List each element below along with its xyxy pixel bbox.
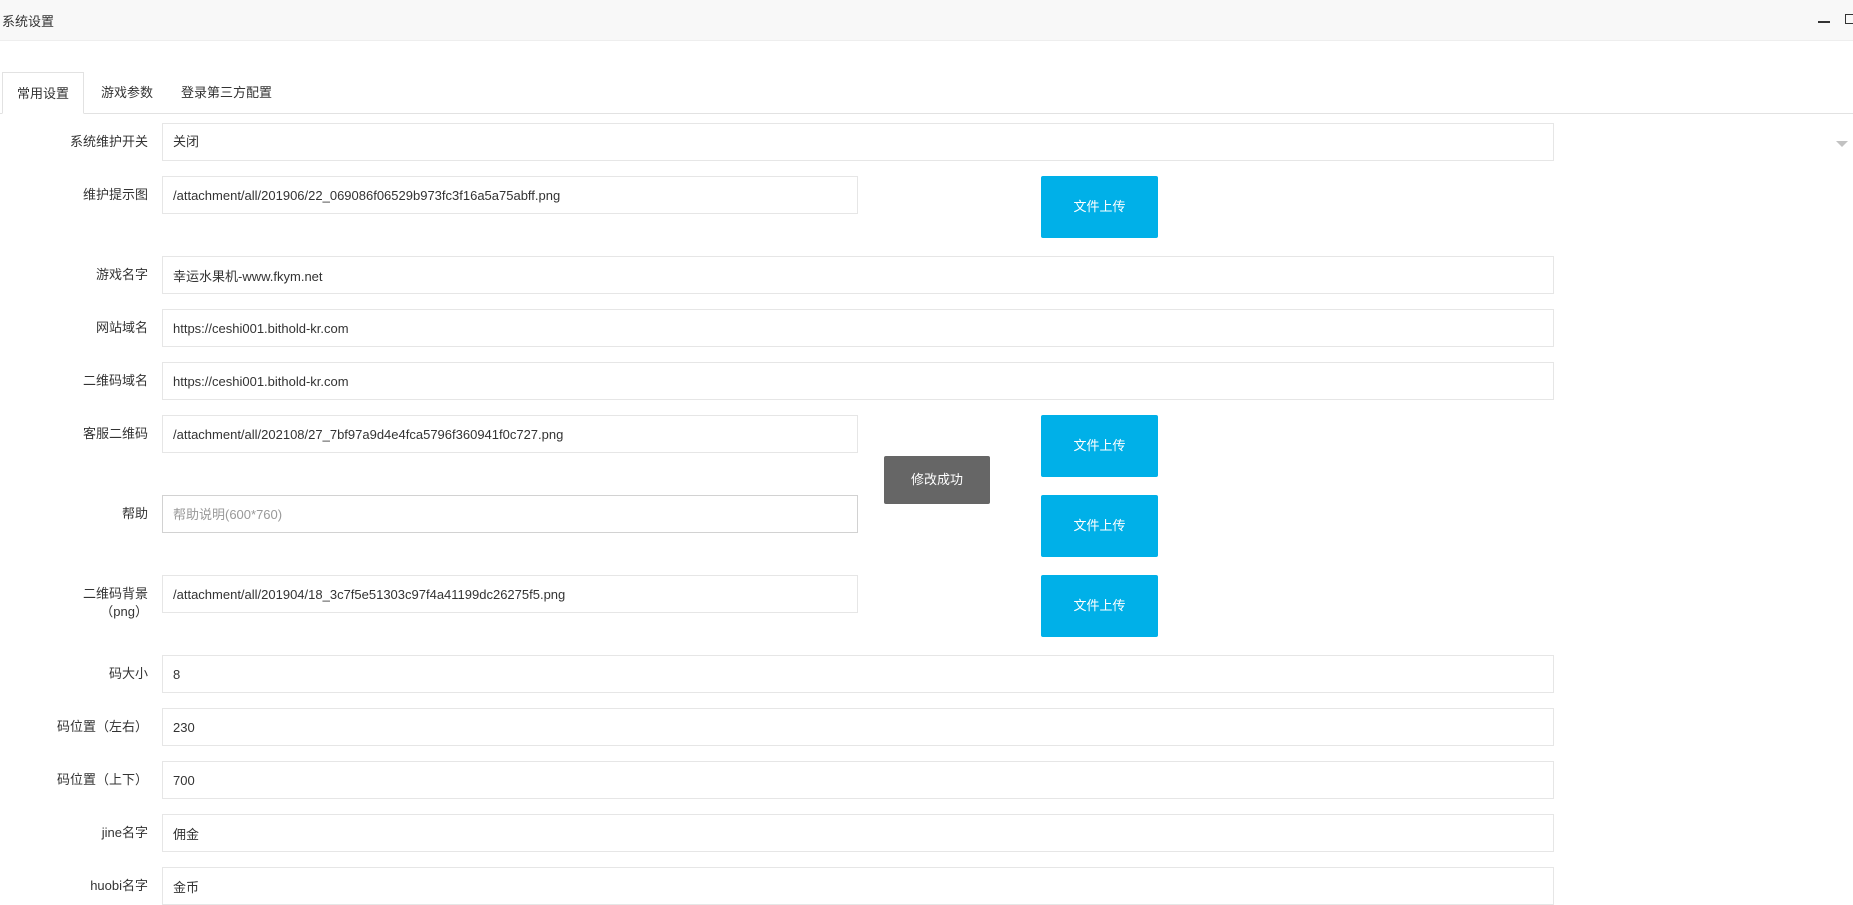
qr-background-label-line1: 二维码背景 — [82, 586, 148, 601]
tab-bar: 常用设置 游戏参数 登录第三方配置 — [0, 72, 1853, 114]
help-label: 帮助 — [121, 506, 148, 521]
service-qr-upload-button[interactable]: 文件上传 — [1041, 415, 1158, 477]
code-pos-lr-input[interactable] — [162, 708, 1554, 746]
maintenance-image-upload-button[interactable]: 文件上传 — [1041, 176, 1158, 238]
chevron-down-icon[interactable] — [1836, 141, 1848, 147]
qr-background-label-line2: （png） — [100, 604, 148, 619]
jine-name-label: jine名字 — [101, 825, 148, 840]
maintenance-select[interactable]: 关闭 — [162, 123, 1554, 161]
code-pos-ud-input[interactable] — [162, 761, 1554, 799]
success-toast: 修改成功 — [884, 456, 990, 504]
minimize-icon[interactable] — [1818, 21, 1830, 23]
site-domain-input[interactable] — [162, 309, 1554, 347]
site-domain-label: 网站域名 — [95, 320, 148, 335]
code-size-label: 码大小 — [108, 666, 148, 681]
window-titlebar: 系统设置 — [0, 0, 1853, 41]
qr-background-label: 二维码背景 （png） — [0, 585, 148, 621]
maximize-icon[interactable] — [1845, 14, 1853, 24]
tab-third-party-login[interactable]: 登录第三方配置 — [167, 72, 286, 113]
help-upload-button[interactable]: 文件上传 — [1041, 495, 1158, 557]
game-name-label: 游戏名字 — [95, 267, 148, 282]
maintenance-image-label: 维护提示图 — [82, 187, 148, 202]
code-pos-lr-label: 码位置（左右） — [56, 719, 148, 734]
code-pos-ud-label: 码位置（上下） — [56, 772, 148, 787]
service-qr-input[interactable] — [162, 415, 858, 453]
code-size-input[interactable] — [162, 655, 1554, 693]
qr-domain-label: 二维码域名 — [82, 373, 148, 388]
window-title: 系统设置 — [2, 14, 55, 29]
game-name-input[interactable] — [162, 256, 1554, 294]
help-input[interactable] — [162, 495, 858, 533]
jine-name-input[interactable] — [162, 814, 1554, 852]
qr-background-input[interactable] — [162, 575, 858, 613]
maintenance-image-input[interactable] — [162, 176, 858, 214]
huobi-name-input[interactable] — [162, 867, 1554, 905]
tab-common-settings[interactable]: 常用设置 — [2, 72, 85, 114]
huobi-name-label: huobi名字 — [90, 878, 148, 893]
qr-background-upload-button[interactable]: 文件上传 — [1041, 575, 1158, 637]
tab-game-params[interactable]: 游戏参数 — [87, 72, 167, 113]
service-qr-label: 客服二维码 — [82, 426, 148, 441]
qr-domain-input[interactable] — [162, 362, 1554, 400]
maintenance-label: 系统维护开关 — [69, 134, 148, 149]
